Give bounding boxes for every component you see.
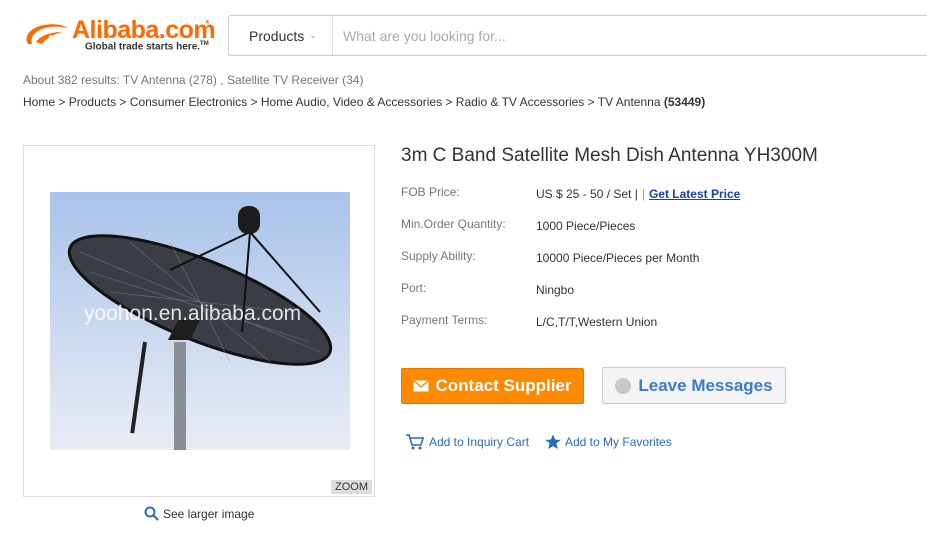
logo-tagline: Global trade starts here.TM [85, 41, 209, 52]
alibaba-logo[interactable]: Alibaba.com * Global trade starts here.T… [22, 14, 222, 56]
leave-messages-label: Leave Messages [638, 375, 773, 395]
spec-value: 10000 Piece/Pieces per Month [536, 251, 700, 265]
add-to-favorites-label: Add to My Favorites [565, 435, 672, 449]
search-category-label: Products [249, 27, 305, 44]
fob-price-value: US $ 25 - 50 / Set | [536, 187, 638, 201]
spec-value: Ningbo [536, 283, 575, 297]
satellite-dish-image: yoohon.en.alibaba.com [50, 192, 350, 450]
breadcrumb-separator: > [250, 95, 258, 109]
add-to-inquiry-cart-link[interactable]: Add to Inquiry Cart [405, 434, 529, 450]
breadcrumb-separator: > [445, 95, 453, 109]
see-larger-image-link[interactable]: See larger image [144, 506, 254, 521]
breadcrumb-home[interactable]: Home [23, 95, 55, 109]
breadcrumb-products[interactable]: Products [69, 95, 116, 109]
chevron-down-icon: ⌄ [309, 30, 317, 40]
breadcrumb-tv-antenna[interactable]: TV Antenna [598, 95, 661, 109]
spec-value: 1000 Piece/Pieces [536, 219, 636, 233]
product-title: 3m C Band Satellite Mesh Dish Antenna YH… [401, 145, 818, 166]
star-icon [545, 434, 561, 449]
image-watermark: yoohon.en.alibaba.com [84, 302, 301, 325]
search-bar: Products ⌄ [228, 15, 927, 56]
zoom-button[interactable]: ZOOM [331, 480, 372, 494]
product-image-frame[interactable]: yoohon.en.alibaba.com ZOOM [23, 145, 375, 497]
add-to-inquiry-cart-label: Add to Inquiry Cart [429, 435, 530, 449]
logo-trademark: TM [200, 41, 209, 47]
envelope-icon [413, 380, 430, 392]
spec-label: Min.Order Quantity: [401, 217, 506, 231]
results-separator: , [220, 73, 224, 87]
spec-label: Port: [401, 281, 427, 295]
magnifier-icon [144, 506, 159, 521]
contact-supplier-label: Contact Supplier [435, 376, 572, 395]
search-input[interactable] [333, 16, 927, 55]
product-photo: yoohon.en.alibaba.com [50, 192, 350, 450]
see-larger-image-label: See larger image [163, 506, 255, 521]
breadcrumb-separator: > [58, 95, 66, 109]
fob-separator: | [641, 187, 645, 201]
search-category-dropdown[interactable]: Products ⌄ [229, 16, 333, 55]
cart-icon [406, 434, 425, 450]
contact-supplier-button[interactable]: Contact Supplier [401, 368, 584, 404]
breadcrumb-count: (53449) [663, 95, 706, 109]
spec-label: FOB Price: [401, 185, 460, 199]
get-latest-price-link[interactable]: Get Latest Price [649, 187, 740, 201]
related-link-satellite-receiver[interactable]: Satellite TV Receiver (34) [227, 73, 364, 87]
spec-label: Supply Ability: [401, 249, 476, 263]
alibaba-logo-icon [26, 24, 68, 44]
breadcrumb-separator: > [587, 95, 595, 109]
breadcrumb-consumer-electronics[interactable]: Consumer Electronics [130, 95, 247, 109]
breadcrumb-separator: > [119, 95, 127, 109]
breadcrumb-home-audio[interactable]: Home Audio, Video & Accessories [261, 95, 442, 109]
related-link-tv-antenna[interactable]: TV Antenna (278) [123, 73, 217, 87]
spec-value: L/C,T/T,Western Union [536, 315, 658, 329]
logo-tagline-text: Global trade starts here. [85, 41, 201, 53]
logo-star: * [205, 17, 210, 31]
leave-messages-button[interactable]: Leave Messages [602, 367, 786, 404]
results-summary: About 382 results: TV Antenna (278) , Sa… [23, 73, 363, 87]
spec-label: Payment Terms: [401, 313, 488, 327]
breadcrumb: Home > Products > Consumer Electronics >… [23, 95, 705, 109]
spec-value: US $ 25 - 50 / Set | | Get Latest Price [536, 187, 740, 201]
chat-bubble-icon [615, 377, 632, 394]
breadcrumb-radio-tv[interactable]: Radio & TV Accessories [456, 95, 585, 109]
add-to-favorites-link[interactable]: Add to My Favorites [545, 434, 672, 450]
results-count: About 382 results: [23, 73, 120, 87]
